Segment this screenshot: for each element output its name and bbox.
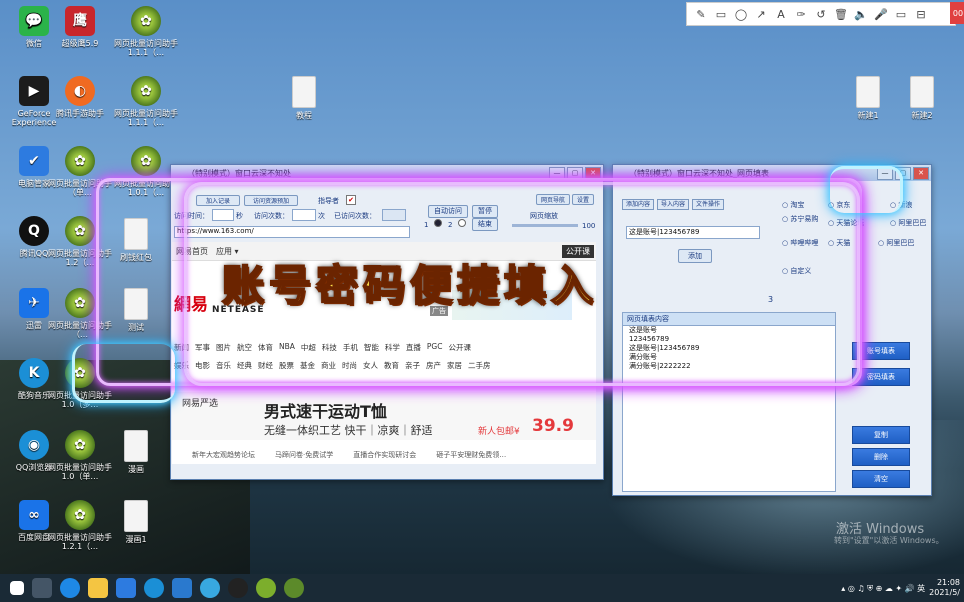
news-link[interactable]: 砸子平安理财免费领…	[436, 450, 506, 464]
desktop-icon-visit9[interactable]: ✿ 网页批量访问助手1.2.1（…	[48, 500, 112, 551]
desktop-icon-label: 超级鹰5.9	[61, 39, 99, 48]
baidunetdisk-icon: ∞	[19, 500, 49, 530]
mic-icon[interactable]: 🎤	[873, 8, 889, 21]
tray-icons[interactable]: ▴ ◎ ♫ ⛨ ⊕ ☁ ✦ 🔊 英	[841, 583, 925, 594]
visit2-icon: ✿	[131, 76, 161, 106]
desktop-icon-label: 漫画1	[125, 535, 147, 544]
file-manhua1-icon	[124, 500, 148, 532]
visit1-icon: ✿	[131, 6, 161, 36]
desktop-icon-file-right2[interactable]: 新建2	[890, 76, 954, 120]
yanxuan-logo: 网易严选	[182, 399, 219, 409]
desktop-icon-label: 新建2	[911, 111, 933, 120]
clock-time: 21:08	[936, 578, 960, 587]
file-manhua-icon	[124, 430, 148, 462]
minimize-icon[interactable]: ⊟	[913, 8, 929, 21]
record-indicator[interactable]: 00	[950, 2, 964, 24]
desktop-icon-label: 网页批量访问助手1.1.1（…	[114, 109, 178, 127]
visit-helper-task-icon[interactable]	[256, 578, 276, 598]
marker-icon[interactable]: ✑	[793, 8, 809, 21]
desktop-icon-visit2[interactable]: ✿ 网页批量访问助手1.1.1（…	[114, 76, 178, 127]
desktop-icon-label: 网页批量访问助手1.2.1（…	[48, 533, 112, 551]
folder-icon[interactable]	[88, 578, 108, 598]
promo-price: 39.9	[532, 416, 574, 436]
visit6-icon: ✿	[65, 288, 95, 318]
chaojiying-icon: 鹰	[65, 6, 95, 36]
desktop-icon-file-manhua1[interactable]: 漫画1	[104, 500, 168, 544]
promo-title: 男式速干运动T恤	[264, 402, 387, 421]
desktop-icon-label: 教程	[296, 111, 312, 120]
visit4-icon: ✿	[131, 146, 161, 176]
activation-watermark-sub: 转到"设置"以激活 Windows。	[834, 536, 944, 545]
overlay-caption: 账号密码便捷填入	[221, 260, 599, 311]
file-right2-icon	[910, 76, 934, 108]
dianjiao-icon: ✔	[19, 146, 49, 176]
text-icon[interactable]: A	[773, 8, 789, 21]
desktop-icon-chaojiying[interactable]: 鹰超级鹰5.9	[48, 6, 112, 48]
desktop: 💬 微信鹰超级鹰5.9 ✿ 网页批量访问助手1.1.1（… ▶ GeForce Exper…	[0, 0, 964, 602]
visit9-icon: ✿	[65, 500, 95, 530]
system-tray: ▴ ◎ ♫ ⛨ ⊕ ☁ ✦ 🔊 英 21:08 2021/5/	[841, 574, 964, 602]
task-view-icon[interactable]	[32, 578, 52, 598]
xunlei-icon: ✈	[19, 288, 49, 318]
desktop-icon-label: 网页批量访问助手1.1.1（…	[114, 39, 178, 57]
annotation-toolbar: ✎ ▭ ◯ ↗ A ✑ ↺ 🗑 🔈 🎤 ▭ ⊟	[686, 2, 956, 26]
desktop-icon-label: 网页批量访问助手1.0（单…	[48, 463, 112, 481]
pen-icon[interactable]: ✎	[693, 8, 709, 21]
desktop-icon-file-manhua[interactable]: 漫画	[104, 430, 168, 474]
site-option[interactable]: ○ 阿里巴巴	[878, 238, 914, 248]
start-icon[interactable]	[10, 581, 24, 595]
rect-icon[interactable]: ▭	[713, 8, 729, 21]
arrow-icon[interactable]: ↗	[753, 8, 769, 21]
tencent-hand-icon: ◐	[65, 76, 95, 106]
action-button[interactable]: 复制	[852, 426, 910, 444]
file-right1-icon	[856, 76, 880, 108]
action-button[interactable]: 清空	[852, 470, 910, 488]
ie-icon[interactable]	[172, 578, 192, 598]
visit5-icon: ✿	[65, 216, 95, 246]
geforce-icon: ▶	[19, 76, 49, 106]
qqbrowser-icon: ◉	[19, 430, 49, 460]
desktop-icon-visit1[interactable]: ✿ 网页批量访问助手1.1.1（…	[114, 6, 178, 57]
promo-subtitle: 无缝一体织工艺 快干｜凉爽｜舒适	[264, 424, 433, 437]
speaker-icon[interactable]: 🔈	[853, 8, 869, 21]
close-button[interactable]: ✕	[913, 167, 929, 180]
news-link[interactable]: 直播合作实现研讨会	[353, 450, 416, 464]
promo-price-label: 新人包邮¥	[478, 427, 520, 437]
news-link[interactable]: 新年大宏观趋势论坛	[192, 450, 255, 464]
visit-helper-task-icon-2[interactable]	[284, 578, 304, 598]
wechat-icon: 💬	[19, 6, 49, 36]
highlight-corner-cyan	[830, 166, 903, 213]
visit3-icon: ✿	[65, 146, 95, 176]
site-option[interactable]: ○ 阿里巴巴	[890, 218, 926, 228]
trash-icon[interactable]: 🗑	[833, 8, 849, 21]
clock[interactable]: 21:08 2021/5/	[929, 578, 960, 598]
circle-icon[interactable]: ◯	[733, 8, 749, 21]
kugou-icon: K	[19, 358, 49, 388]
desktop-icon-label: 腾讯手游助手	[56, 109, 104, 118]
qqbrowser-icon[interactable]	[200, 578, 220, 598]
store-icon[interactable]	[116, 578, 136, 598]
window-title: （特别模式）窗口云深不知处_网页填表	[629, 168, 769, 178]
news-link[interactable]: 马蹄问卷·免费试学	[275, 450, 333, 464]
action-button[interactable]: 删除	[852, 448, 910, 466]
edge-icon[interactable]	[60, 578, 80, 598]
yanxuan-banner[interactable]: 网易严选 男式速干运动T恤 无缝一体织工艺 快干｜凉爽｜舒适 新人包邮¥ 39.…	[172, 392, 596, 440]
desktop-icon-visit8[interactable]: ✿ 网页批量访问助手1.0（单…	[48, 430, 112, 481]
taskbar: ▴ ◎ ♫ ⛨ ⊕ ☁ ✦ 🔊 英 21:08 2021/5/	[0, 574, 964, 602]
visit8-icon: ✿	[65, 430, 95, 460]
window-title: （特别模式）窗口云深不知处	[187, 168, 291, 178]
desktop-icon-file-guanggao[interactable]: 教程	[272, 76, 336, 120]
kugou-icon[interactable]	[144, 578, 164, 598]
screen-icon[interactable]: ▭	[893, 8, 909, 21]
undo-icon[interactable]: ↺	[813, 8, 829, 21]
qq-icon[interactable]	[228, 578, 248, 598]
clock-date: 2021/5/	[929, 588, 960, 597]
news-footer: 新年大宏观趋势论坛 马蹄问卷·免费试学 直播合作实现研讨会 砸子平安理财免费领…	[172, 450, 596, 464]
qq-icon: Q	[19, 216, 49, 246]
highlight-corner-cyan-left	[72, 344, 175, 403]
desktop-icon-tencent-hand[interactable]: ◐ 腾讯手游助手	[48, 76, 112, 118]
desktop-icon-label: 漫画	[128, 465, 144, 474]
file-guanggao-icon	[292, 76, 316, 108]
